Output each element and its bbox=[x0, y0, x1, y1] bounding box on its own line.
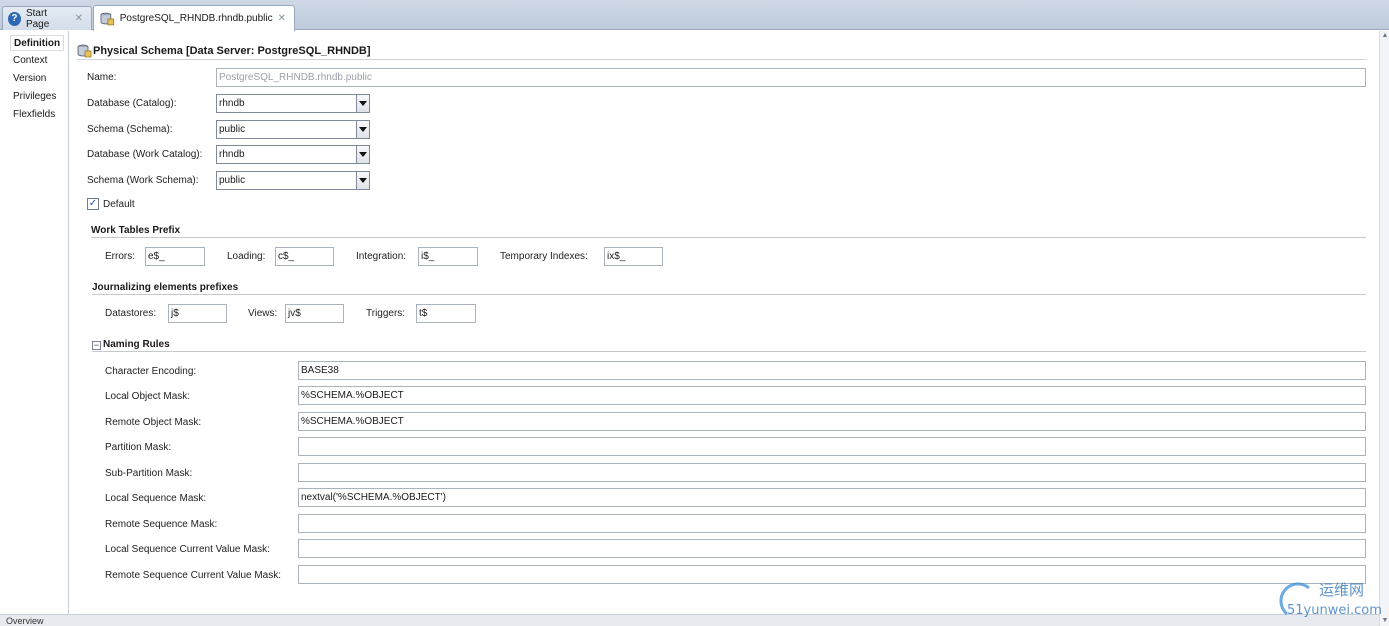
chevron-down-icon[interactable] bbox=[356, 172, 369, 189]
integration-label: Integration: bbox=[356, 251, 407, 262]
loading-field[interactable]: c$_ bbox=[275, 247, 334, 266]
character-encoding-field[interactable]: BASE38 bbox=[298, 361, 1366, 380]
naming-rule-label: Local Sequence Current Value Mask: bbox=[105, 544, 270, 555]
sidebar-item-flexfields[interactable]: Flexfields bbox=[10, 107, 58, 123]
watermark-brand: 运维网 bbox=[1319, 581, 1364, 599]
datastores-label: Datastores: bbox=[105, 308, 157, 319]
divider bbox=[92, 351, 1366, 352]
vertical-scrollbar[interactable]: ▲ ▼ bbox=[1379, 31, 1389, 626]
naming-rule-label: Remote Object Mask: bbox=[105, 417, 202, 428]
default-checkbox[interactable]: ✓ bbox=[87, 198, 99, 210]
remote-object-mask-field[interactable]: %SCHEMA.%OBJECT bbox=[298, 412, 1366, 431]
schema-schema-label: Schema (Schema): bbox=[87, 124, 173, 135]
schema-schema-value: public bbox=[219, 124, 246, 135]
help-icon: ? bbox=[8, 11, 21, 26]
datastores-field[interactable]: j$ bbox=[168, 304, 227, 323]
tab-physical-schema[interactable]: PostgreSQL_RHNDB.rhndb.public ✕ bbox=[93, 5, 295, 31]
database-work-catalog-value: rhndb bbox=[219, 149, 245, 160]
schema-work-schema-select[interactable]: public bbox=[216, 171, 370, 190]
temporary-indexes-field[interactable]: ix$_ bbox=[604, 247, 663, 266]
name-field[interactable]: PostgreSQL_RHNDB.rhndb.public bbox=[216, 68, 1366, 87]
local-sequence-current-value-mask-field[interactable] bbox=[298, 539, 1366, 558]
chevron-down-icon[interactable] bbox=[356, 146, 369, 163]
chevron-down-icon[interactable] bbox=[356, 95, 369, 112]
divider bbox=[91, 237, 1366, 238]
work-tables-prefix-title: Work Tables Prefix bbox=[91, 225, 181, 236]
divider bbox=[92, 294, 1366, 295]
close-icon[interactable]: ✕ bbox=[75, 13, 83, 24]
triggers-label: Triggers: bbox=[366, 308, 406, 319]
naming-rule-label: Sub-Partition Mask: bbox=[105, 468, 193, 479]
tab-start-page[interactable]: ? Start Page ✕ bbox=[2, 6, 92, 30]
sidebar-item-context[interactable]: Context bbox=[10, 53, 50, 69]
tab-label: PostgreSQL_RHNDB.rhndb.public bbox=[119, 13, 273, 24]
naming-rule-label: Character Encoding: bbox=[105, 366, 197, 377]
overview-tab[interactable]: Overview bbox=[6, 616, 44, 626]
tab-label: Start Page bbox=[25, 7, 50, 30]
definition-panel: Physical Schema [Data Server: PostgreSQL… bbox=[69, 31, 1379, 614]
database-catalog-select[interactable]: rhndb bbox=[216, 94, 370, 113]
database-catalog-value: rhndb bbox=[219, 98, 245, 109]
schema-work-schema-value: public bbox=[219, 175, 246, 186]
schema-work-schema-label: Schema (Work Schema): bbox=[87, 175, 199, 186]
views-label: Views: bbox=[248, 308, 278, 319]
views-field[interactable]: jv$ bbox=[285, 304, 344, 323]
database-schema-icon bbox=[77, 44, 92, 58]
watermark-logo: 运维网 51yunwei.com bbox=[1279, 581, 1382, 618]
triggers-field[interactable]: t$ bbox=[416, 304, 476, 323]
close-icon[interactable]: ✕ bbox=[278, 13, 286, 24]
name-label: Name: bbox=[87, 72, 117, 83]
page-title: Physical Schema [Data Server: PostgreSQL… bbox=[93, 45, 371, 57]
sidebar-item-privileges[interactable]: Privileges bbox=[10, 89, 59, 105]
schema-schema-select[interactable]: public bbox=[216, 120, 370, 139]
watermark-url: 51yunwei.com bbox=[1287, 603, 1382, 618]
chevron-down-icon[interactable] bbox=[356, 121, 369, 138]
remote-sequence-mask-field[interactable] bbox=[298, 514, 1366, 533]
sub-partition-mask-field[interactable] bbox=[298, 463, 1366, 482]
collapse-icon[interactable]: − bbox=[92, 341, 101, 350]
naming-rule-label: Local Object Mask: bbox=[105, 391, 191, 402]
journalizing-prefixes-title: Journalizing elements prefixes bbox=[92, 282, 239, 293]
naming-rule-label: Remote Sequence Current Value Mask: bbox=[105, 570, 282, 581]
database-work-catalog-select[interactable]: rhndb bbox=[216, 145, 370, 164]
errors-field[interactable]: e$_ bbox=[145, 247, 205, 266]
naming-rule-label: Local Sequence Mask: bbox=[105, 493, 207, 504]
naming-rule-label: Remote Sequence Mask: bbox=[105, 519, 218, 530]
local-object-mask-field[interactable]: %SCHEMA.%OBJECT bbox=[298, 386, 1366, 405]
editor-sidebar: Definition Context Version Privileges Fl… bbox=[0, 31, 69, 626]
bottom-tab-bar: Overview bbox=[0, 614, 1379, 626]
naming-rules-title: Naming Rules bbox=[103, 339, 170, 350]
editor-tab-strip: ? Start Page ✕ PostgreSQL_RHNDB.rhndb.pu… bbox=[0, 0, 1389, 31]
default-label: Default bbox=[103, 199, 135, 210]
sidebar-item-definition[interactable]: Definition bbox=[10, 35, 65, 51]
divider bbox=[77, 59, 1367, 60]
remote-sequence-current-value-mask-field[interactable] bbox=[298, 565, 1366, 584]
database-work-catalog-label: Database (Work Catalog): bbox=[87, 149, 203, 160]
sidebar-item-version[interactable]: Version bbox=[10, 71, 49, 87]
naming-rule-label: Partition Mask: bbox=[105, 442, 172, 453]
partition-mask-field[interactable] bbox=[298, 437, 1366, 456]
database-schema-icon bbox=[100, 12, 115, 25]
temporary-indexes-label: Temporary Indexes: bbox=[500, 251, 588, 262]
errors-label: Errors: bbox=[105, 251, 135, 262]
local-sequence-mask-field[interactable]: nextval('%SCHEMA.%OBJECT') bbox=[298, 488, 1366, 507]
database-catalog-label: Database (Catalog): bbox=[87, 98, 177, 109]
loading-label: Loading: bbox=[227, 251, 266, 262]
scroll-up-icon[interactable]: ▲ bbox=[1381, 31, 1389, 41]
integration-field[interactable]: i$_ bbox=[418, 247, 478, 266]
